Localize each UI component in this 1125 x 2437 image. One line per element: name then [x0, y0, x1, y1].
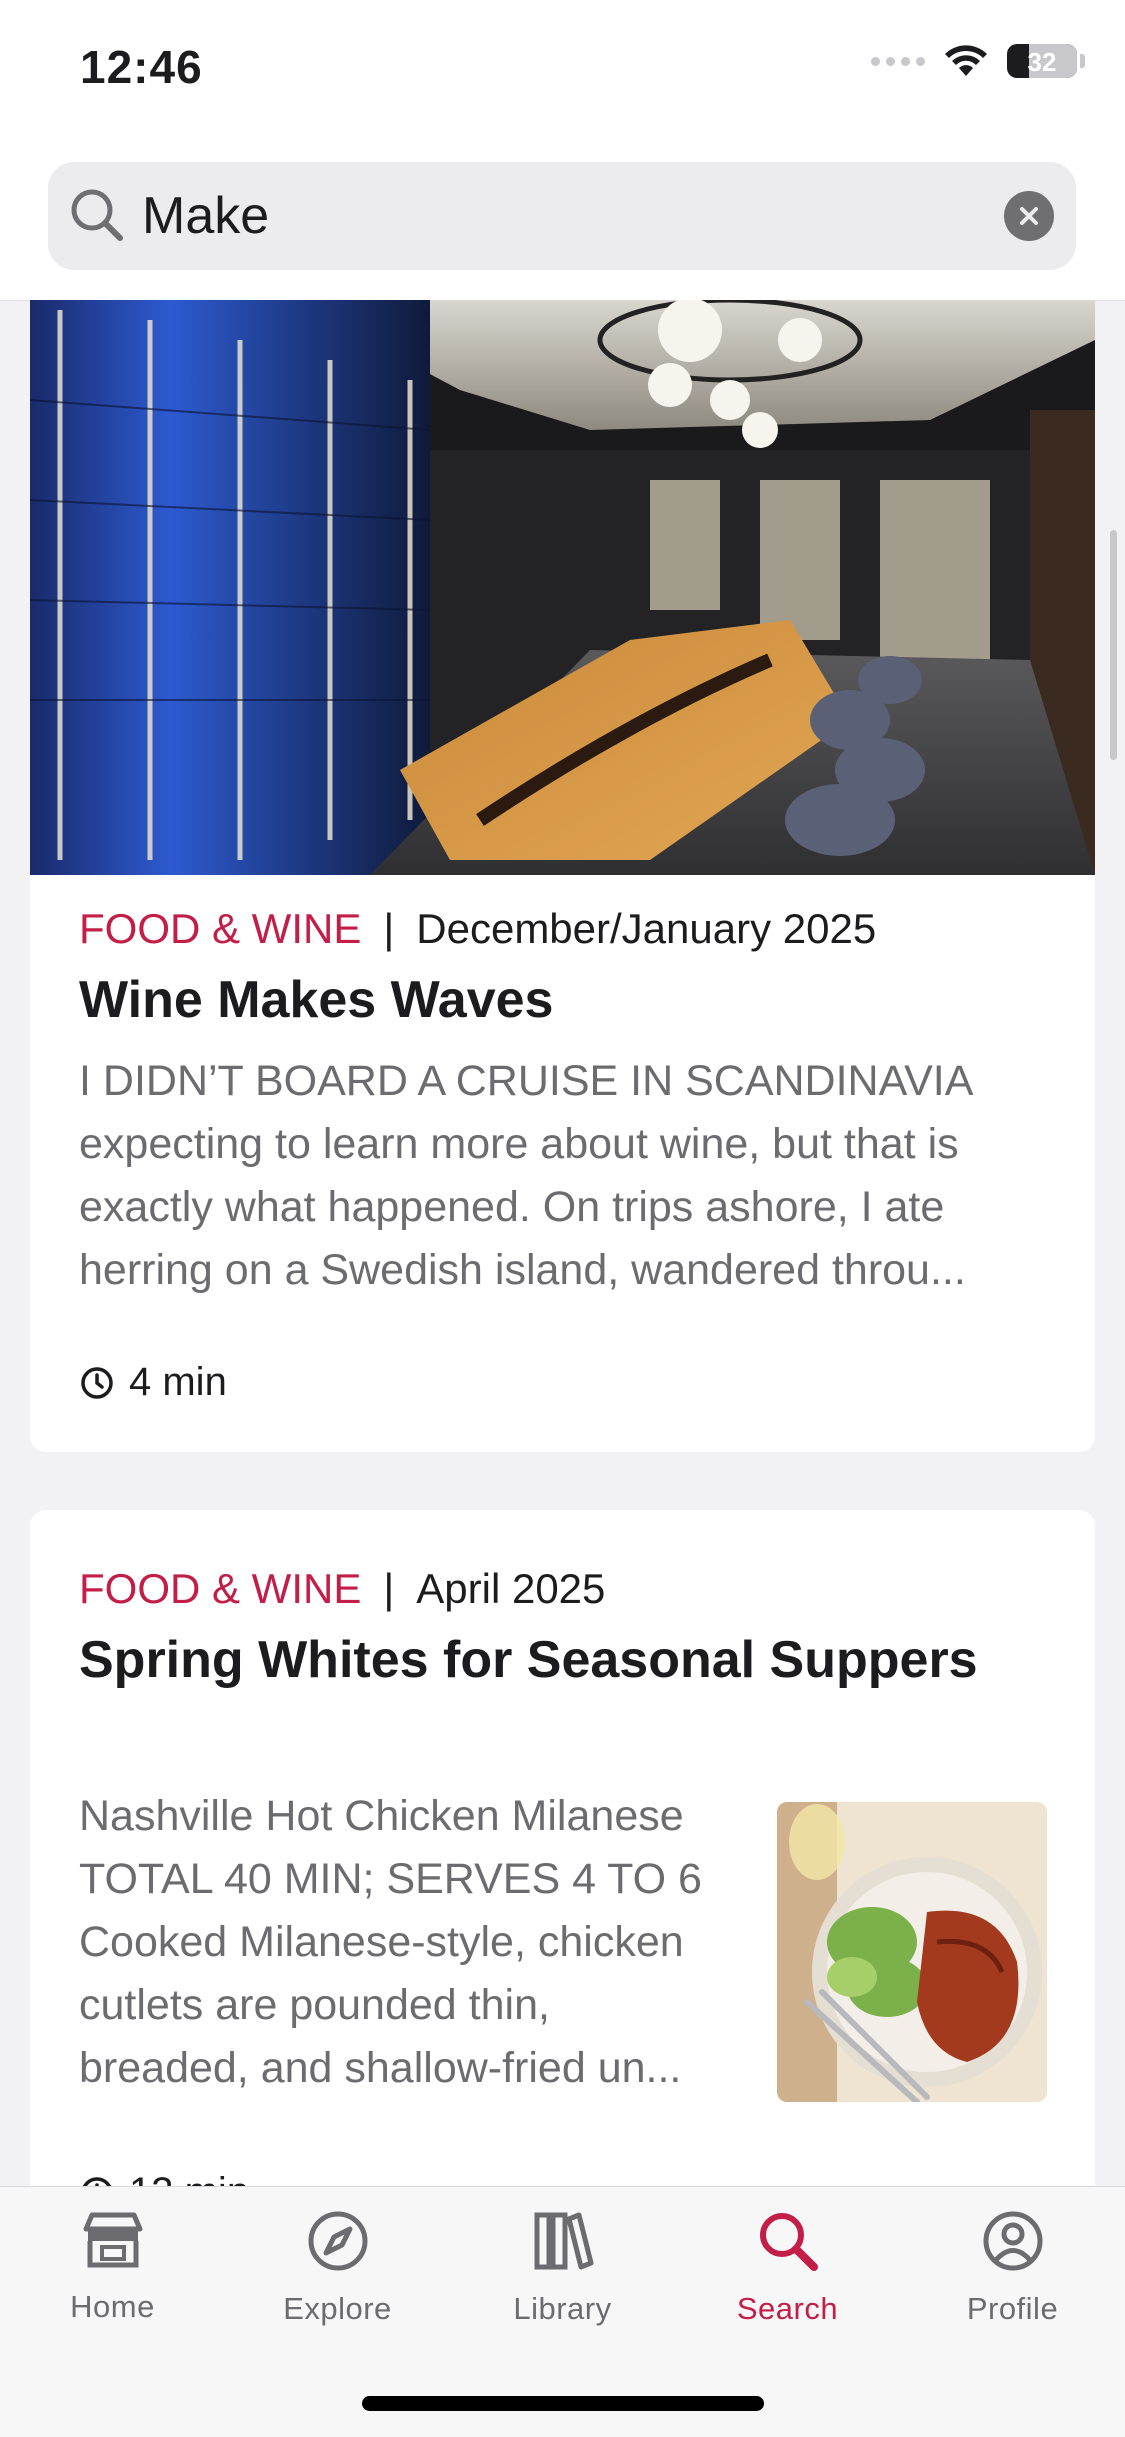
article-card[interactable]: FOOD & WINE | April 2025 Spring Whites f…: [30, 1510, 1095, 2270]
excerpt-line: exactly what happened. On trips ashore, …: [79, 1183, 945, 1231]
clock-icon: [81, 1366, 113, 1399]
article-excerpt: Nashville Hot Chicken Milanese TOTAL 40 …: [79, 1785, 759, 2100]
article-meta: FOOD & WINE | December/January 2025: [79, 905, 876, 953]
search-icon: [71, 189, 123, 241]
wine-cellar-photo: [30, 300, 1095, 875]
search-input[interactable]: [142, 162, 942, 270]
article-category: FOOD & WINE: [79, 905, 362, 952]
status-bar: 12:46 32: [0, 0, 1125, 140]
meta-separator: |: [383, 905, 395, 952]
tab-search[interactable]: Search: [675, 2209, 900, 2359]
excerpt-line: herring on a Swedish island, wandered th…: [79, 1246, 966, 1294]
tab-explore[interactable]: Explore: [225, 2209, 450, 2359]
status-icons: 32: [871, 44, 1085, 78]
cellular-signal-icon: [871, 56, 925, 66]
excerpt-line: breaded, and shallow-fried un...: [79, 2044, 682, 2092]
article-date: April 2025: [416, 1565, 606, 1612]
search-icon: [759, 2213, 818, 2271]
tab-home[interactable]: Home: [0, 2209, 225, 2359]
home-indicator: [362, 2396, 764, 2411]
status-time: 12:46: [80, 41, 203, 93]
article-excerpt: I DIDN’T BOARD A CRUISE IN SCANDINAVIA e…: [79, 1050, 1059, 1302]
battery-icon: 32: [1007, 44, 1077, 78]
tab-label: Search: [736, 2291, 839, 2326]
article-date: December/January 2025: [416, 905, 877, 952]
tab-label: Explore: [283, 2291, 392, 2326]
excerpt-line: expecting to learn more about wine, but …: [79, 1120, 959, 1168]
search-header: [0, 140, 1125, 301]
article-card[interactable]: FOOD & WINE | December/January 2025 Wine…: [30, 300, 1095, 1452]
article-category: FOOD & WINE: [79, 1565, 362, 1612]
compass-icon: [308, 2211, 367, 2271]
wifi-icon: [945, 45, 987, 76]
article-title[interactable]: Spring Whites for Seasonal Suppers: [79, 1630, 978, 1690]
article-title[interactable]: Wine Makes Waves: [79, 970, 553, 1030]
library-icon: [534, 2212, 593, 2270]
battery-tip: [1080, 54, 1085, 68]
read-time-label: 4 min: [129, 1360, 227, 1404]
scroll-indicator[interactable]: [1110, 530, 1117, 760]
excerpt-line: Nashville Hot Chicken Milanese: [79, 1792, 684, 1840]
tab-label: Home: [70, 2289, 155, 2324]
tab-label: Library: [513, 2291, 612, 2326]
chicken-milanese-photo: [777, 1802, 1047, 2102]
read-time: 4 min: [79, 1360, 227, 1405]
article-meta: FOOD & WINE | April 2025: [79, 1565, 605, 1613]
search-bar[interactable]: [48, 162, 1076, 270]
close-icon: [1020, 207, 1038, 225]
excerpt-line: cutlets are pounded thin,: [79, 1981, 550, 2029]
battery-percent: 32: [1027, 47, 1057, 77]
clear-search-button[interactable]: [1004, 191, 1054, 241]
excerpt-line: Cooked Milanese-style, chicken: [79, 1918, 684, 1966]
excerpt-line: I DIDN’T BOARD A CRUISE IN SCANDINAVIA: [79, 1057, 974, 1105]
home-icon: [83, 2212, 142, 2268]
excerpt-line: TOTAL 40 MIN; SERVES 4 TO 6: [79, 1855, 702, 1903]
tab-library[interactable]: Library: [450, 2209, 675, 2359]
meta-separator: |: [383, 1565, 395, 1612]
profile-icon: [983, 2211, 1042, 2271]
tab-profile[interactable]: Profile: [900, 2209, 1125, 2359]
tab-label: Profile: [966, 2291, 1059, 2326]
